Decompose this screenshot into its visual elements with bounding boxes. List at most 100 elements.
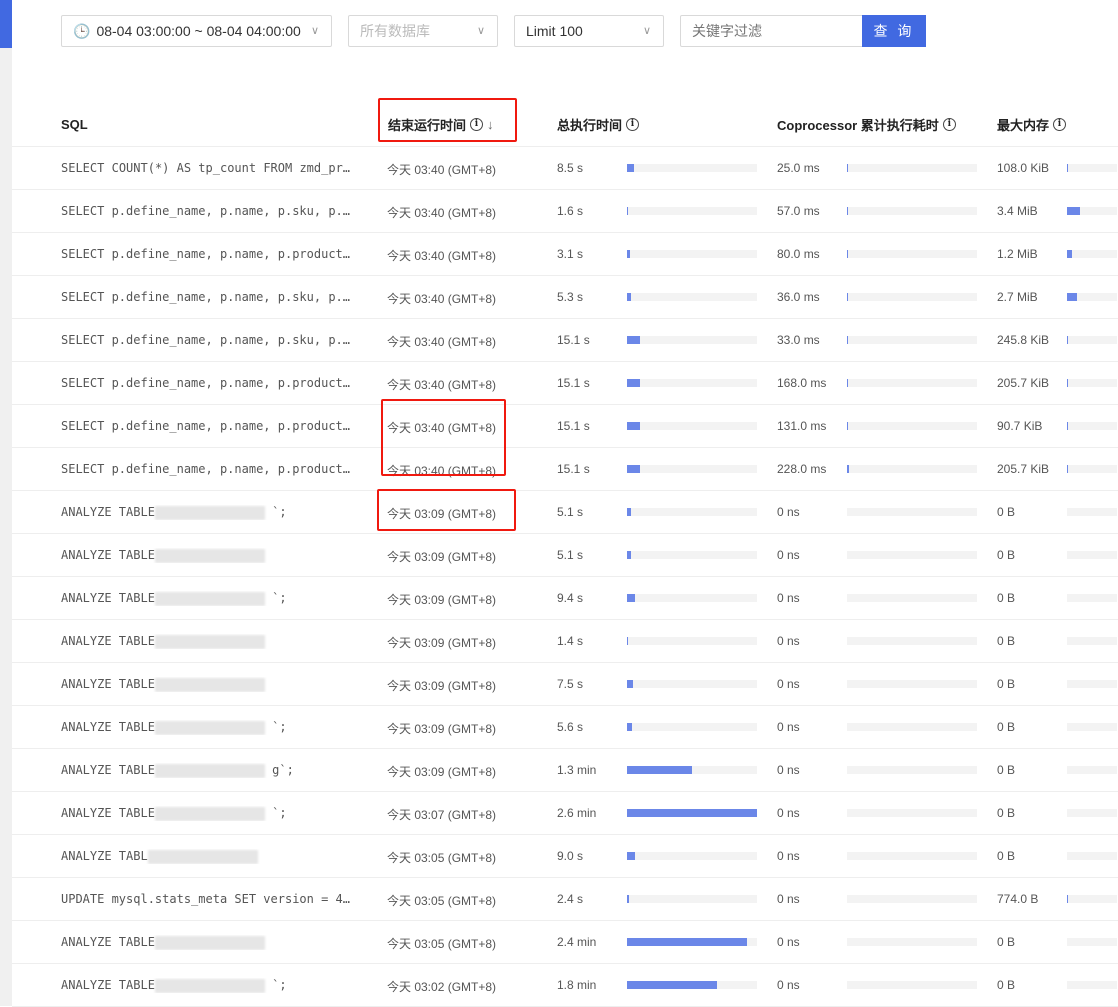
redacted-table-name [154, 806, 265, 821]
sql-cell[interactable]: ANALYZE TABLE g`; [61, 763, 366, 778]
sql-cell[interactable]: SELECT p.define_name, p.name, p.sku, p.… [61, 204, 366, 218]
total-time-cell: 15.1 s [557, 333, 590, 347]
bar-fill [1067, 164, 1068, 172]
sidebar-active-item[interactable] [0, 0, 12, 48]
sql-text: ANALYZE [61, 763, 119, 777]
table-row[interactable]: SELECT p.define_name, p.name, p.product…… [12, 448, 1118, 491]
table-row[interactable]: ANALYZE TABL 今天 03:05 (GMT+8) 9.0 s 0 ns… [12, 835, 1118, 878]
max-memory-cell: 0 B [997, 634, 1016, 648]
total-time-bar [627, 809, 757, 817]
redacted-table-name [147, 849, 258, 864]
table-row[interactable]: SELECT p.define_name, p.name, p.sku, p.…… [12, 276, 1118, 319]
total-time-bar [627, 250, 757, 258]
sql-text: ANALYZE [61, 505, 119, 519]
total-time-bar [627, 207, 757, 215]
sql-cell[interactable]: ANALYZE TABLE `; [61, 505, 366, 520]
sql-cell[interactable]: ANALYZE TABLE `; [61, 591, 366, 606]
total-time-bar [627, 551, 757, 559]
coprocessor-time-cell: 0 ns [777, 720, 800, 734]
limit-select[interactable]: Limit 100 ∨ [514, 15, 664, 47]
end-time-cell: 今天 03:05 (GMT+8) [387, 894, 497, 908]
sql-keyword: SELECT [61, 204, 105, 218]
table-row[interactable]: ANALYZE TABLE `; 今天 03:09 (GMT+8) 9.4 s … [12, 577, 1118, 620]
sql-text: p.define_name, p.name, p.product… [104, 462, 350, 476]
end-time-cell: 今天 03:09 (GMT+8) [387, 765, 497, 779]
total-time-cell: 7.5 s [557, 677, 584, 691]
info-icon[interactable]: i [1053, 117, 1067, 131]
bar-fill [847, 207, 849, 215]
bar-fill [627, 981, 717, 989]
table-row[interactable]: SELECT COUNT(*) AS tp_count FROM zmd_pr…… [12, 147, 1118, 190]
sql-cell[interactable]: ANALYZE TABLE [61, 935, 366, 950]
sql-keyword: SELECT [61, 247, 105, 261]
info-icon[interactable]: i [942, 117, 956, 131]
sql-cell[interactable]: SELECT p.define_name, p.name, p.sku, p.… [61, 290, 366, 304]
sql-cell[interactable]: ANALYZE TABLE `; [61, 978, 366, 993]
sql-cell[interactable]: SELECT p.define_name, p.name, p.product… [61, 376, 366, 390]
table-row[interactable]: ANALYZE TABLE 今天 03:09 (GMT+8) 5.1 s 0 n… [12, 534, 1118, 577]
table-row[interactable]: SELECT p.define_name, p.name, p.product…… [12, 233, 1118, 276]
table-row[interactable]: UPDATE mysql.stats_meta SET version = 4…… [12, 878, 1118, 921]
chevron-down-icon: ∨ [310, 25, 319, 37]
bar-fill [1067, 379, 1068, 387]
sql-text: ANALYZE [61, 935, 119, 949]
total-time-cell: 9.4 s [557, 591, 584, 605]
max-memory-cell: 205.7 KiB [997, 376, 1050, 390]
coprocessor-bar [847, 852, 977, 860]
total-time-bar [627, 895, 757, 903]
sql-cell[interactable]: SELECT COUNT(*) AS tp_count FROM zmd_pr… [61, 161, 366, 175]
bar-fill [627, 508, 632, 516]
total-time-cell: 5.1 s [557, 548, 584, 562]
table-row[interactable]: ANALYZE TABLE 今天 03:09 (GMT+8) 7.5 s 0 n… [12, 663, 1118, 706]
sql-cell[interactable]: UPDATE mysql.stats_meta SET version = 4… [61, 892, 366, 906]
time-range-picker[interactable]: 🕒 08-04 03:00:00 ~ 08-04 04:00:00 ∨ [61, 15, 332, 47]
column-header-sql[interactable]: SQL [61, 108, 88, 140]
table-row[interactable]: ANALYZE TABLE g`; 今天 03:09 (GMT+8) 1.3 m… [12, 749, 1118, 792]
total-time-cell: 1.3 min [557, 763, 597, 777]
keyword-filter-input[interactable] [680, 15, 864, 47]
table-row[interactable]: SELECT p.define_name, p.name, p.sku, p.…… [12, 319, 1118, 362]
table-row[interactable]: SELECT p.define_name, p.name, p.product…… [12, 362, 1118, 405]
query-button[interactable]: 查 询 [862, 15, 926, 47]
info-icon[interactable]: i [626, 117, 640, 131]
sql-cell[interactable]: ANALYZE TABLE [61, 548, 366, 563]
total-time-bar [627, 981, 757, 989]
sql-text: p.define_name, p.name, p.sku, p.… [104, 204, 350, 218]
sql-text: p.define_name, p.name, p.sku, p.… [104, 290, 350, 304]
sql-cell[interactable]: SELECT p.define_name, p.name, p.product… [61, 462, 366, 476]
max-memory-bar [1067, 723, 1117, 731]
redacted-table-name [154, 677, 265, 692]
table-row[interactable]: SELECT p.define_name, p.name, p.sku, p.…… [12, 190, 1118, 233]
sql-cell[interactable]: SELECT p.define_name, p.name, p.product… [61, 419, 366, 433]
table-row[interactable]: ANALYZE TABLE 今天 03:05 (GMT+8) 2.4 min 0… [12, 921, 1118, 964]
sql-cell[interactable]: ANALYZE TABLE `; [61, 720, 366, 735]
column-header-max-memory[interactable]: 最大内存 i [997, 108, 1067, 140]
table-row[interactable]: ANALYZE TABLE `; 今天 03:02 (GMT+8) 1.8 mi… [12, 964, 1118, 1007]
max-memory-bar [1067, 336, 1117, 344]
column-header-total-time[interactable]: 总执行时间 i [557, 108, 640, 140]
total-time-cell: 1.4 s [557, 634, 584, 648]
sql-cell[interactable]: ANALYZE TABLE `; [61, 806, 366, 821]
sql-text: p.define_name, p.name, p.product… [104, 247, 350, 261]
table-row[interactable]: ANALYZE TABLE `; 今天 03:09 (GMT+8) 5.1 s … [12, 491, 1118, 534]
sql-text: ANALYZE [61, 720, 119, 734]
end-time-cell: 今天 03:09 (GMT+8) [387, 722, 497, 736]
sql-text: p.define_name, p.name, p.product… [104, 376, 350, 390]
table-row[interactable]: ANALYZE TABLE `; 今天 03:07 (GMT+8) 2.6 mi… [12, 792, 1118, 835]
table-row[interactable]: SELECT p.define_name, p.name, p.product…… [12, 405, 1118, 448]
total-time-bar [627, 766, 757, 774]
sql-cell[interactable]: SELECT p.define_name, p.name, p.product… [61, 247, 366, 261]
bar-fill [627, 938, 747, 946]
sql-cell[interactable]: ANALYZE TABLE [61, 677, 366, 692]
total-time-cell: 2.4 s [557, 892, 584, 906]
table-row[interactable]: ANALYZE TABLE 今天 03:09 (GMT+8) 1.4 s 0 n… [12, 620, 1118, 663]
max-memory-bar [1067, 551, 1117, 559]
sql-keyword: TABLE [118, 634, 155, 648]
sql-cell[interactable]: ANALYZE TABL [61, 849, 366, 864]
table-row[interactable]: ANALYZE TABLE `; 今天 03:09 (GMT+8) 5.6 s … [12, 706, 1118, 749]
column-header-coprocessor[interactable]: Coprocessor 累计执行耗时 i [777, 108, 956, 140]
database-select[interactable]: 所有数据库 ∨ [348, 15, 498, 47]
redacted-table-name [154, 634, 265, 649]
sql-cell[interactable]: SELECT p.define_name, p.name, p.sku, p.… [61, 333, 366, 347]
sql-cell[interactable]: ANALYZE TABLE [61, 634, 366, 649]
